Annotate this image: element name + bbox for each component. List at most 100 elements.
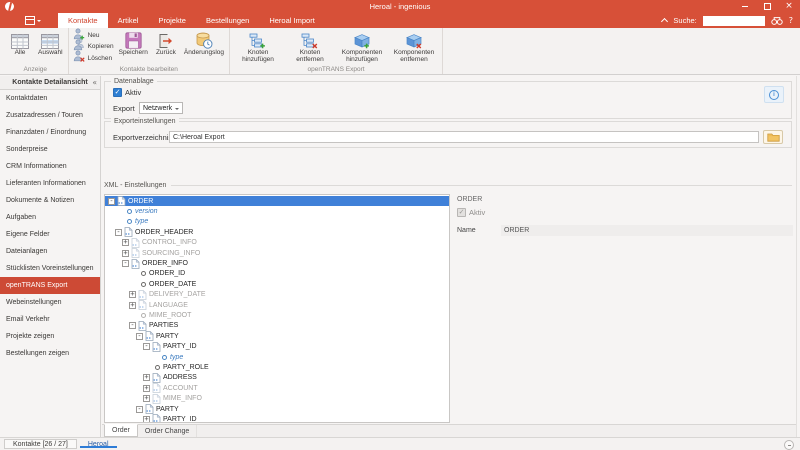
tree-node-mime-root[interactable]: MIME_ROOT bbox=[105, 310, 449, 320]
menu-tab-bestellungen[interactable]: Bestellungen bbox=[196, 13, 259, 28]
tree-node-delivery-date[interactable]: +DELIVERY_DATE bbox=[105, 290, 449, 300]
save-icon bbox=[125, 30, 142, 49]
expand-plus-icon[interactable]: + bbox=[122, 239, 129, 246]
menu-tab-heroal-import[interactable]: Heroal Import bbox=[259, 13, 324, 28]
tree-node-language[interactable]: +LANGUAGE bbox=[105, 300, 449, 310]
expand-plus-icon[interactable]: + bbox=[143, 374, 150, 381]
menu-tab-projekte[interactable]: Projekte bbox=[148, 13, 196, 28]
xml-element-icon bbox=[138, 321, 147, 331]
node-aktiv-label: Aktiv bbox=[469, 208, 485, 217]
tree-node-order[interactable]: -ORDER bbox=[105, 196, 449, 206]
expand-plus-icon[interactable]: + bbox=[129, 291, 136, 298]
xml-element-icon bbox=[138, 290, 147, 300]
ribbon-button-l-schen[interactable]: Löschen bbox=[71, 53, 116, 64]
sidebar-collapse-icon[interactable]: « bbox=[92, 78, 97, 87]
ribbon-button-speichern[interactable]: Speichern bbox=[116, 29, 151, 56]
tree-node-party-id[interactable]: +PARTY_ID bbox=[105, 414, 449, 423]
ribbon-button-auswahl[interactable]: Auswahl bbox=[35, 29, 66, 56]
xml-element-icon bbox=[152, 414, 161, 423]
maximize-button[interactable] bbox=[756, 0, 778, 13]
tree-node-party[interactable]: -PARTY bbox=[105, 404, 449, 414]
sidebar-item-dateianlagen[interactable]: Dateianlagen bbox=[0, 243, 100, 260]
sidebar-header: Kontakte Detailansicht « bbox=[0, 76, 100, 90]
binoculars-search-icon[interactable] bbox=[771, 16, 783, 26]
status-tab-kontakte-26-27[interactable]: Kontakte [26 / 27] bbox=[4, 439, 77, 449]
export-select[interactable]: Netzwerk bbox=[139, 102, 183, 114]
tree-node-party[interactable]: -PARTY bbox=[105, 331, 449, 341]
sidebar-item-zusatzadressen-touren[interactable]: Zusatzadressen / Touren bbox=[0, 107, 100, 124]
ribbon-button-nderungslog[interactable]: Änderungslog bbox=[181, 29, 227, 56]
expand-plus-icon[interactable]: + bbox=[143, 416, 150, 423]
tree-node-order-date[interactable]: ORDER_DATE bbox=[105, 279, 449, 289]
ribbon-button-knoten-hinzuf-gen[interactable]: Knoten hinzufügen bbox=[232, 29, 284, 64]
changelog-icon bbox=[195, 30, 213, 49]
tree-node-parties[interactable]: -PARTIES bbox=[105, 321, 449, 331]
tree-node-address[interactable]: +ADDRESS bbox=[105, 373, 449, 383]
sidebar-item-email-verkehr[interactable]: Email Verkehr bbox=[0, 311, 100, 328]
close-button[interactable]: × bbox=[778, 0, 800, 13]
window-list-button[interactable] bbox=[784, 440, 794, 450]
expand-plus-icon[interactable]: + bbox=[122, 250, 129, 257]
doc-tab-order-change[interactable]: Order Change bbox=[138, 425, 197, 437]
tree-node-party-role[interactable]: PARTY_ROLE bbox=[105, 362, 449, 372]
collapse-minus-icon[interactable]: - bbox=[136, 333, 143, 340]
ribbon-button-komponenten-entfernen[interactable]: Komponenten entfernen bbox=[388, 29, 440, 64]
info-button[interactable]: i bbox=[764, 86, 784, 103]
tree-node-order-header[interactable]: -ORDER_HEADER bbox=[105, 227, 449, 237]
ribbon-button-alle[interactable]: Alle bbox=[5, 29, 35, 56]
help-icon[interactable]: ? bbox=[789, 16, 793, 25]
folder-browse-button[interactable] bbox=[763, 130, 783, 144]
tree-node-version[interactable]: version bbox=[105, 206, 449, 216]
aktiv-checkbox[interactable]: ✓ bbox=[113, 88, 122, 97]
sidebar-item-dokumente-notizen[interactable]: Dokumente & Notizen bbox=[0, 192, 100, 209]
info-icon: i bbox=[769, 90, 779, 100]
sidebar-item-sonderpreise[interactable]: Sonderpreise bbox=[0, 141, 100, 158]
collapse-minus-icon[interactable]: - bbox=[136, 406, 143, 413]
exportverzeichnis-input[interactable] bbox=[169, 131, 759, 143]
sidebar-item-kontaktdaten[interactable]: Kontaktdaten bbox=[0, 90, 100, 107]
tree-node-party-id[interactable]: -PARTY_ID bbox=[105, 341, 449, 351]
tree-node-control-info[interactable]: +CONTROL_INFO bbox=[105, 238, 449, 248]
ribbon-button-zur-ck[interactable]: Zurück bbox=[151, 29, 181, 56]
sidebar-item-st-cklisten-voreinstellungen[interactable]: Stücklisten Voreinstellungen bbox=[0, 260, 100, 277]
sidebar-item-projekte-zeigen[interactable]: Projekte zeigen bbox=[0, 328, 100, 345]
xml-legend: XML - Einstellungen bbox=[104, 182, 171, 189]
sidebar-item-lieferanten-informationen[interactable]: Lieferanten Informationen bbox=[0, 175, 100, 192]
expand-plus-icon[interactable]: + bbox=[143, 385, 150, 392]
expand-plus-icon[interactable]: + bbox=[143, 395, 150, 402]
node-title: ORDER bbox=[457, 196, 794, 203]
menu-tab-artikel[interactable]: Artikel bbox=[108, 13, 149, 28]
tree-node-type[interactable]: type bbox=[105, 217, 449, 227]
node-add-icon bbox=[249, 30, 267, 49]
tree-node-account[interactable]: +ACCOUNT bbox=[105, 383, 449, 393]
tree-node-order-id[interactable]: ORDER_ID bbox=[105, 269, 449, 279]
doc-tab-order[interactable]: Order bbox=[104, 424, 138, 437]
sidebar-item-crm-informationen[interactable]: CRM Informationen bbox=[0, 158, 100, 175]
bullet-icon bbox=[141, 282, 146, 287]
collapse-minus-icon[interactable]: - bbox=[143, 343, 150, 350]
sidebar-item-bestellungen-zeigen[interactable]: Bestellungen zeigen bbox=[0, 345, 100, 362]
collapse-minus-icon[interactable]: - bbox=[108, 198, 115, 205]
tree-node-type[interactable]: type bbox=[105, 352, 449, 362]
ribbon-button-komponenten-hinzuf-gen[interactable]: Komponenten hinzufügen bbox=[336, 29, 388, 64]
sidebar-item-finanzdaten-einordnung[interactable]: Finanzdaten / Einordnung bbox=[0, 124, 100, 141]
sidebar-item-webeinstellungen[interactable]: Webeinstellungen bbox=[0, 294, 100, 311]
tree-node-order-info[interactable]: -ORDER_INFO bbox=[105, 258, 449, 268]
collapse-minus-icon[interactable]: - bbox=[129, 322, 136, 329]
search-input[interactable] bbox=[703, 16, 765, 26]
ribbon-button-knoten-entfernen[interactable]: Knoten entfernen bbox=[284, 29, 336, 64]
sidebar-item-opentrans-export[interactable]: openTRANS Export bbox=[0, 277, 100, 294]
minimize-button[interactable] bbox=[734, 0, 756, 13]
sidebar-item-eigene-felder[interactable]: Eigene Felder bbox=[0, 226, 100, 243]
check-icon: ✓ bbox=[459, 209, 465, 216]
expand-plus-icon[interactable]: + bbox=[129, 302, 136, 309]
tree-node-mime-info[interactable]: +MIME_INFO bbox=[105, 393, 449, 403]
xml-element-icon bbox=[131, 238, 140, 248]
sidebar-item-aufgaben[interactable]: Aufgaben bbox=[0, 209, 100, 226]
collapse-minus-icon[interactable]: - bbox=[122, 260, 129, 267]
collapse-minus-icon[interactable]: - bbox=[115, 229, 122, 236]
status-tab-heroal[interactable]: Heroal bbox=[79, 439, 118, 449]
collapse-ribbon-icon[interactable] bbox=[661, 18, 668, 25]
app-menu-button[interactable] bbox=[22, 13, 44, 28]
tree-node-sourcing-info[interactable]: +SOURCING_INFO bbox=[105, 248, 449, 258]
